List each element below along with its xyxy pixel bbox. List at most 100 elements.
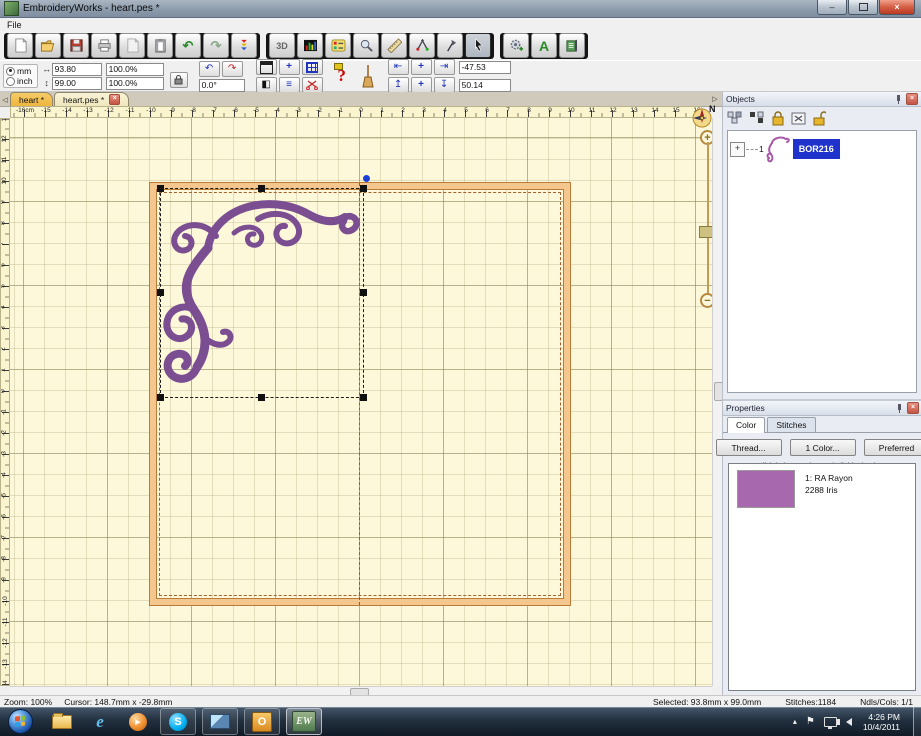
stitch-edit-button[interactable]: [409, 33, 435, 58]
rotation-handle[interactable]: [363, 175, 370, 182]
selection-handle[interactable]: [157, 394, 164, 401]
view-3d-button[interactable]: 3D: [269, 33, 295, 58]
ungroup-icon[interactable]: [749, 111, 765, 125]
internet-explorer-taskbar-icon[interactable]: e: [85, 710, 115, 734]
vertical-scrollbar[interactable]: [712, 118, 722, 686]
thread-button[interactable]: Thread...: [716, 439, 782, 456]
save-button[interactable]: [63, 33, 89, 58]
thread-color-row[interactable]: 1: RA Rayon 2288 Iris: [729, 464, 915, 508]
selection-handle[interactable]: [258, 394, 265, 401]
lock-closed-icon[interactable]: [771, 111, 785, 126]
align-right-button[interactable]: ⇥: [434, 59, 455, 75]
box-delete-icon[interactable]: [791, 111, 806, 125]
group-icon[interactable]: [727, 111, 743, 125]
height-percent-input[interactable]: 100.0%: [106, 77, 164, 90]
speaker-icon[interactable]: [846, 718, 852, 726]
paste-button[interactable]: [147, 33, 173, 58]
tab-scroll-left[interactable]: ◁: [0, 94, 10, 106]
redo-button[interactable]: ↷: [203, 33, 229, 58]
contrast-button[interactable]: ◧: [256, 77, 277, 93]
selection-handle[interactable]: [258, 185, 265, 192]
object-label[interactable]: BOR216: [793, 139, 840, 159]
help-button[interactable]: ?: [332, 63, 352, 89]
zoom-out-button[interactable]: −: [700, 293, 712, 308]
zoom-tool-button[interactable]: [353, 33, 379, 58]
center-design-button[interactable]: +: [279, 59, 300, 75]
object-row-bor216[interactable]: + 1 BOR216: [730, 135, 914, 163]
outlook-taskbar-button[interactable]: O: [244, 708, 280, 735]
thread-swatch[interactable]: [737, 470, 795, 508]
tab-heart[interactable]: heart *: [10, 92, 53, 106]
angle-input[interactable]: 0.0°: [199, 79, 245, 92]
explorer-taskbar-icon[interactable]: [47, 710, 77, 734]
align-bottom-button[interactable]: ↧: [434, 77, 455, 93]
design-info-button[interactable]: [325, 33, 351, 58]
selection-handle[interactable]: [360, 185, 367, 192]
height-input[interactable]: 99.00: [52, 77, 102, 90]
design-canvas[interactable]: + −: [10, 118, 712, 686]
start-button[interactable]: [8, 709, 33, 734]
tab-color[interactable]: Color: [727, 417, 765, 433]
objects-close-button[interactable]: ×: [906, 93, 918, 105]
embroideryworks-taskbar-button[interactable]: EW: [286, 708, 322, 735]
minimize-button[interactable]: –: [817, 0, 847, 15]
x-position-input[interactable]: -47.53: [459, 61, 511, 74]
width-input[interactable]: 93.80: [52, 63, 102, 76]
y-position-input[interactable]: 50.14: [459, 79, 511, 92]
close-button[interactable]: ×: [879, 0, 915, 15]
rotate-cw-button[interactable]: ↷: [222, 61, 243, 77]
network-icon[interactable]: [824, 717, 837, 727]
color-chart-button[interactable]: [297, 33, 323, 58]
notes-button[interactable]: [559, 33, 585, 58]
media-player-taskbar-icon[interactable]: ▶: [123, 710, 153, 734]
selection-handle[interactable]: [360, 394, 367, 401]
tab-heart-pes[interactable]: heart.pes *×: [54, 92, 129, 106]
horizontal-scrollbar[interactable]: [10, 686, 712, 695]
measure-button[interactable]: [381, 33, 407, 58]
pin-tool-button[interactable]: [437, 33, 463, 58]
pin-icon[interactable]: [894, 95, 903, 104]
cleanup-button[interactable]: [358, 63, 378, 89]
undo-button[interactable]: ↶: [175, 33, 201, 58]
design-add-button[interactable]: [503, 33, 529, 58]
selection-handle[interactable]: [157, 185, 164, 192]
color-sort-button[interactable]: [231, 33, 257, 58]
lettering-button[interactable]: A: [531, 33, 557, 58]
stitch-lines-button[interactable]: ≡: [279, 77, 300, 93]
show-desktop-button[interactable]: [913, 707, 921, 736]
grid-toggle-button[interactable]: [302, 59, 323, 75]
photo-viewer-taskbar-button[interactable]: [202, 708, 238, 735]
one-color-button[interactable]: 1 Color...: [790, 439, 856, 456]
aspect-lock-button[interactable]: [170, 72, 188, 88]
expand-icon[interactable]: +: [730, 142, 745, 157]
align-left-button[interactable]: ⇤: [388, 59, 409, 75]
align-vcenter-button[interactable]: +: [411, 77, 432, 93]
new-button[interactable]: [7, 33, 33, 58]
tab-close-button[interactable]: ×: [109, 94, 120, 105]
menu-file[interactable]: File: [0, 20, 29, 30]
trim-button[interactable]: [302, 77, 323, 93]
lock-open-icon[interactable]: [812, 111, 826, 126]
unit-mm-radio[interactable]: mm: [6, 66, 33, 76]
maximize-button[interactable]: [848, 0, 878, 15]
print-button[interactable]: [91, 33, 117, 58]
zoom-slider-handle[interactable]: [699, 226, 712, 238]
skype-taskbar-button[interactable]: S: [160, 708, 196, 735]
align-top-button[interactable]: ↥: [388, 77, 409, 93]
zoom-slider-track[interactable]: [707, 142, 709, 294]
properties-close-button[interactable]: ×: [907, 402, 919, 414]
hidden-icons-chevron[interactable]: ▴: [793, 717, 797, 726]
selection-box[interactable]: [160, 188, 364, 398]
open-button[interactable]: [35, 33, 61, 58]
width-percent-input[interactable]: 100.0%: [106, 63, 164, 76]
action-center-flag-icon[interactable]: ⚑: [806, 716, 815, 727]
select-tool-button[interactable]: [465, 33, 491, 58]
tab-stitches[interactable]: Stitches: [767, 417, 815, 432]
unit-inch-radio[interactable]: inch: [6, 76, 33, 86]
print-preview-button[interactable]: [119, 33, 145, 58]
preferred-button[interactable]: Preferred: [864, 439, 921, 456]
align-hcenter-button[interactable]: +: [411, 59, 432, 75]
rotate-ccw-button[interactable]: ↶: [199, 61, 220, 77]
selection-handle[interactable]: [360, 289, 367, 296]
hoop-view-button[interactable]: [256, 59, 277, 75]
